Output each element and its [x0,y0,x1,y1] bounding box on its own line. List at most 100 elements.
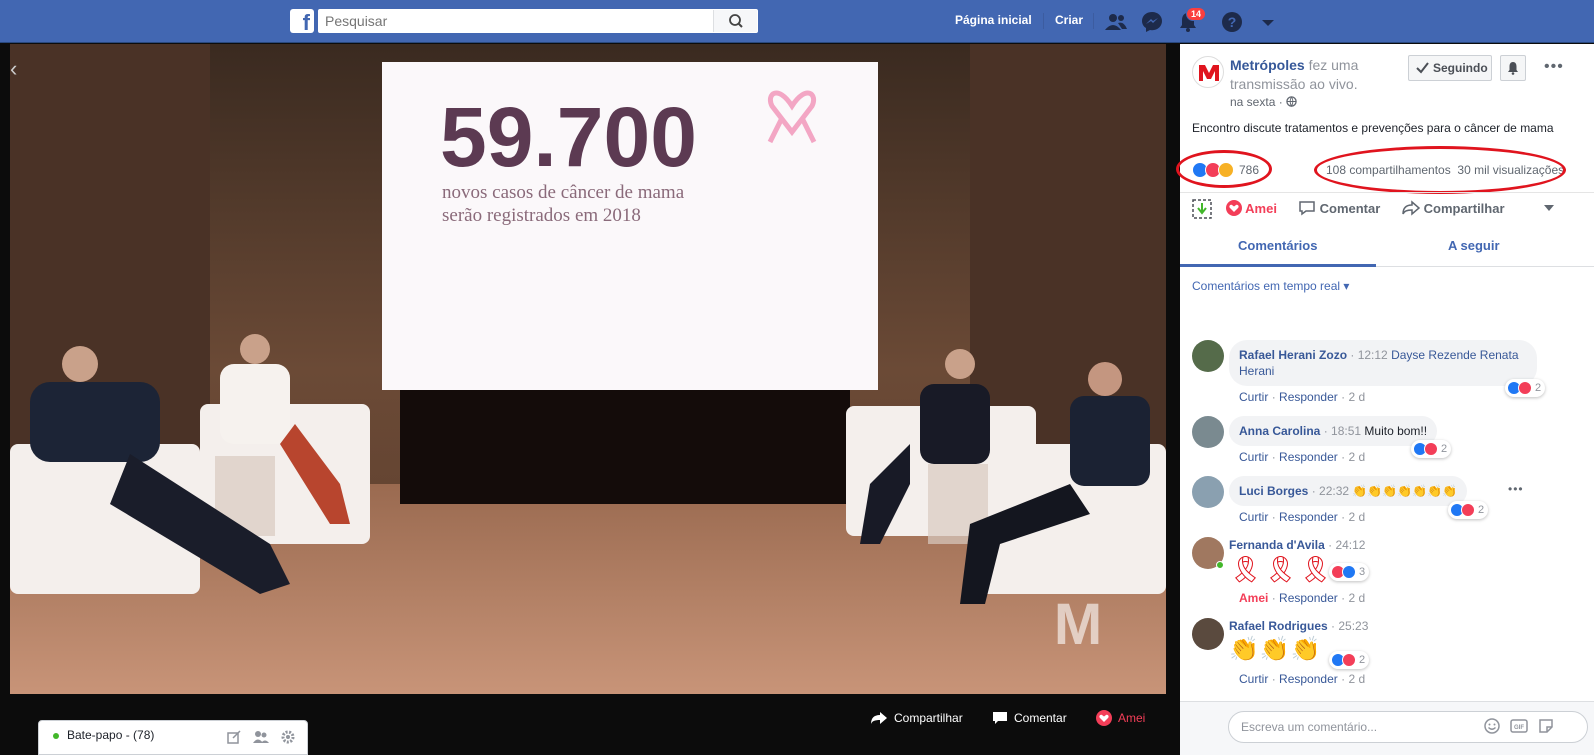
comment-age[interactable]: 2 d [1348,390,1365,404]
share-action-button[interactable]: Compartilhar [1402,200,1505,216]
video-share-label: Compartilhar [894,711,963,725]
avatar[interactable] [1192,618,1224,650]
contacts-icon[interactable] [253,730,269,744]
new-message-icon[interactable] [227,730,241,744]
comment-options-icon[interactable]: ••• [1508,482,1524,496]
commenter-name[interactable]: Rafael Rodrigues [1229,619,1328,633]
comment-timestamp[interactable]: · 22:32 [1312,484,1349,498]
post-time[interactable]: na sexta · [1230,95,1297,109]
commenter-name[interactable]: Luci Borges [1239,484,1308,498]
annotation-ellipse-reactions [1176,150,1272,188]
facebook-logo-icon[interactable]: f [290,9,314,33]
like-comment-link[interactable]: Curtir [1239,672,1268,686]
download-icon[interactable] [1192,199,1212,219]
sticker-icon[interactable] [1538,718,1554,734]
avatar[interactable] [1192,340,1224,372]
commenter-name[interactable]: Fernanda d'Avila [1229,538,1325,552]
nav-create-link[interactable]: Criar [1055,13,1083,27]
reply-comment-link[interactable]: Responder [1279,591,1338,605]
love-reaction-icon [1096,710,1112,726]
nav-home-link[interactable]: Página inicial [955,13,1032,27]
comment-actions: Curtir · Responder · 2 d [1239,672,1366,686]
comment-bubble: Anna Carolina · 18:51 Muito bom!! [1229,416,1438,446]
reply-comment-link[interactable]: Responder [1279,510,1338,524]
post-header-text: Metrópoles fez uma transmissão ao vivo. [1230,56,1400,94]
search-box [318,9,758,33]
chat-bar[interactable]: Bate-papo - (78) [38,720,308,755]
like-comment-link[interactable]: Curtir [1239,450,1268,464]
comment-age[interactable]: 2 d [1348,450,1365,464]
comment-age[interactable]: 2 d [1348,672,1365,686]
reply-comment-link[interactable]: Responder [1279,450,1338,464]
help-icon[interactable]: ? [1220,10,1244,34]
messenger-icon[interactable] [1140,10,1164,34]
comments-tabs: Comentários A seguir [1180,230,1594,267]
video-comment-button[interactable]: Comentar [992,708,1067,728]
notifications-bell-button[interactable] [1500,55,1526,81]
commenter-name[interactable]: Anna Carolina [1239,424,1320,438]
comment-timestamp[interactable]: · 12:12 [1350,348,1387,362]
video-share-button[interactable]: Compartilhar [870,708,963,728]
avatar[interactable] [1192,416,1224,448]
nav-separator [1043,13,1044,29]
love-action-button[interactable]: Amei [1226,200,1277,216]
share-action-label: Compartilhar [1423,201,1505,216]
search-input[interactable] [319,10,709,32]
like-reaction-icon [1342,565,1356,579]
friends-icon[interactable] [1104,10,1128,34]
post-action-bar: Amei Comentar Compartilhar [1180,192,1594,222]
gif-icon[interactable]: GIF [1510,718,1528,734]
post-side-panel: Metrópoles fez uma transmissão ao vivo. … [1176,44,1594,755]
commenter-name[interactable]: Rafael Herani Zozo [1239,348,1347,362]
caret-down-icon[interactable] [1256,10,1280,34]
comment-timestamp[interactable]: · 24:12 [1328,538,1365,552]
comment-reactions[interactable]: 2 [1329,651,1370,669]
tab-up-next[interactable]: A seguir [1448,238,1500,253]
comment-reactions-count: 2 [1478,504,1485,516]
tab-comments[interactable]: Comentários [1238,238,1317,253]
comment-actions: Curtir · Responder · 2 d [1239,390,1366,404]
comment-age[interactable]: 2 d [1348,591,1365,605]
comment-reactions[interactable]: 2 [1505,379,1546,397]
previous-arrow-icon[interactable]: ‹ [10,56,17,82]
slide-caption-line2: serão registrados em 2018 [442,205,641,226]
comment-filter-dropdown[interactable]: Comentários em tempo real ▾ [1192,279,1349,293]
search-button[interactable] [713,10,757,32]
comment-timestamp[interactable]: · 25:23 [1331,619,1368,633]
comment-timestamp[interactable]: · 18:51 [1324,424,1361,438]
like-comment-link[interactable]: Curtir [1239,390,1268,404]
comment-actions: Curtir · Responder · 2 d [1239,510,1366,524]
like-comment-link[interactable]: Amei [1239,591,1268,605]
page-name-link[interactable]: Metrópoles [1230,57,1305,73]
comment-input[interactable]: Escreva um comentário... [1228,711,1588,743]
page-avatar[interactable] [1192,56,1224,88]
post-description: Encontro discute tratamentos e prevençõe… [1192,121,1554,135]
following-label: Seguindo [1433,61,1488,75]
like-comment-link[interactable]: Curtir [1239,510,1268,524]
comment-reactions[interactable]: 2 [1448,501,1489,519]
gear-icon[interactable] [281,730,295,744]
avatar[interactable] [1192,476,1224,508]
following-button[interactable]: Seguindo [1408,55,1492,81]
svg-text:?: ? [1228,14,1237,30]
emoji-icon[interactable] [1484,718,1500,734]
reply-comment-link[interactable]: Responder [1279,672,1338,686]
share-dropdown-caret-icon[interactable] [1544,205,1554,211]
comment-sticker-clapping: 👏👏👏 [1229,636,1322,663]
metropoles-logo-icon [1199,65,1219,81]
notifications-badge: 14 [1186,7,1207,21]
video-love-button[interactable]: Amei [1096,708,1145,728]
comment-age[interactable]: 2 d [1348,510,1365,524]
more-options-icon[interactable]: ••• [1544,58,1564,76]
comment-reactions[interactable]: 3 [1329,563,1370,581]
checkmark-icon [1416,62,1429,74]
comment-action-button[interactable]: Comentar [1298,200,1380,216]
comment-actions: Amei · Responder · 2 d [1239,591,1366,605]
live-video-player[interactable]: 59.700 novos casos de câncer de mama ser… [10,44,1166,694]
comment-reactions[interactable]: 2 [1411,440,1452,458]
reply-comment-link[interactable]: Responder [1279,390,1338,404]
comment-reactions-count: 2 [1441,443,1448,455]
annotation-ellipse-stats [1314,146,1566,194]
comment-icon [1299,201,1315,216]
love-reaction-icon [1461,503,1475,517]
